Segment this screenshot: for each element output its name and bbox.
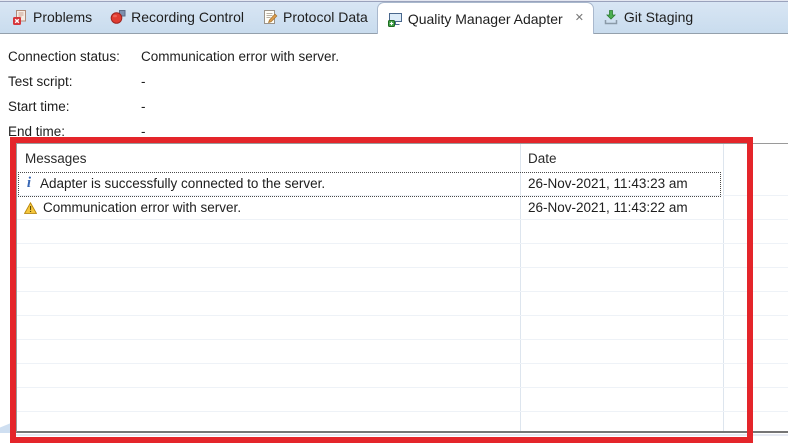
tab-recording-control[interactable]: Recording Control xyxy=(101,1,253,33)
date-cell: 26-Nov-2021, 11:43:23 am xyxy=(520,176,688,191)
message-cell: ! Communication error with server. xyxy=(17,200,520,215)
column-header-date[interactable]: Date xyxy=(520,151,557,166)
column-header-messages[interactable]: Messages xyxy=(17,151,520,166)
scrollbar-corner[interactable] xyxy=(0,423,11,433)
problems-icon xyxy=(12,9,28,25)
message-text: Adapter is successfully connected to the… xyxy=(40,176,325,191)
close-icon[interactable]: ✕ xyxy=(575,13,584,24)
status-value: - xyxy=(141,74,146,89)
status-row-start-time: Start time: - xyxy=(8,94,788,119)
tab-quality-manager-adapter[interactable]: Quality Manager Adapter ✕ xyxy=(377,2,594,34)
table-row-empty xyxy=(17,292,788,316)
table-row-empty xyxy=(17,268,788,292)
table-row[interactable]: ! Communication error with server. 26-No… xyxy=(17,196,788,220)
git-staging-icon xyxy=(603,9,619,25)
tab-protocol-data[interactable]: Protocol Data xyxy=(253,1,377,33)
horizontal-scrollbar[interactable] xyxy=(16,434,788,436)
table-row[interactable]: i Adapter is successfully connected to t… xyxy=(17,172,788,196)
svg-text:!: ! xyxy=(29,204,32,214)
table-row-empty xyxy=(17,340,788,364)
status-row-connection: Connection status: Communication error w… xyxy=(8,44,788,69)
table-row-empty xyxy=(17,412,788,433)
quality-manager-icon xyxy=(387,11,403,27)
table-header: Messages Date xyxy=(17,144,788,172)
table-row-empty xyxy=(17,220,788,244)
message-cell: i Adapter is successfully connected to t… xyxy=(17,176,520,191)
table-row-empty xyxy=(17,316,788,340)
table-row-empty xyxy=(17,364,788,388)
status-row-end-time: End time: - xyxy=(8,119,788,144)
table-row-empty xyxy=(17,388,788,412)
status-value: Communication error with server. xyxy=(141,49,339,64)
tab-label: Recording Control xyxy=(131,9,244,25)
tab-label: Git Staging xyxy=(624,9,693,25)
date-cell: 26-Nov-2021, 11:43:22 am xyxy=(520,200,688,215)
messages-table: Messages Date i Adapter is successfully … xyxy=(16,143,788,433)
message-text: Communication error with server. xyxy=(43,200,241,215)
quality-manager-adapter-view: Problems Recording Control Protocol xyxy=(0,0,788,445)
status-value: - xyxy=(141,99,146,114)
tab-label: Problems xyxy=(33,9,92,25)
record-icon xyxy=(110,9,126,25)
status-area: Connection status: Communication error w… xyxy=(0,34,788,144)
status-label: End time: xyxy=(8,124,141,139)
status-label: Start time: xyxy=(8,99,141,114)
warning-icon: ! xyxy=(24,202,37,214)
info-icon: i xyxy=(24,176,34,191)
status-label: Connection status: xyxy=(8,49,141,64)
status-value: - xyxy=(141,124,146,139)
tab-git-staging[interactable]: Git Staging xyxy=(594,1,702,33)
protocol-data-icon xyxy=(262,9,278,25)
table-row-empty xyxy=(17,244,788,268)
tab-problems[interactable]: Problems xyxy=(3,1,101,33)
status-label: Test script: xyxy=(8,74,141,89)
status-row-test-script: Test script: - xyxy=(8,69,788,94)
tab-label: Protocol Data xyxy=(283,9,368,25)
view-tab-bar: Problems Recording Control Protocol xyxy=(0,0,788,34)
tab-label: Quality Manager Adapter xyxy=(408,11,563,27)
